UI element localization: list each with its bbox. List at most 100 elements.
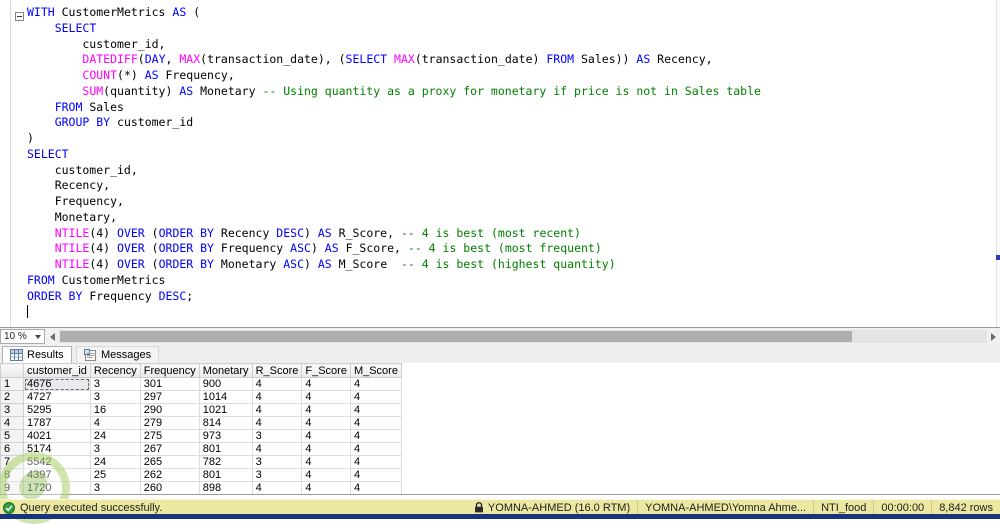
messages-icon bbox=[84, 349, 96, 361]
grid-cell[interactable]: 5174 bbox=[23, 442, 91, 456]
grid-cell-selected[interactable]: 4676 bbox=[23, 377, 91, 391]
grid-cell[interactable]: 4 bbox=[349, 442, 402, 456]
row-header[interactable]: 3 bbox=[0, 403, 24, 417]
grid-cell[interactable]: 24 bbox=[89, 429, 141, 443]
grid-cell[interactable]: 4 bbox=[301, 468, 351, 482]
grid-cell[interactable]: 900 bbox=[198, 377, 253, 391]
grid-cell[interactable]: 4 bbox=[251, 403, 303, 417]
grid-cell[interactable]: 3 bbox=[251, 429, 303, 443]
grid-cell[interactable]: 4 bbox=[349, 429, 402, 443]
grid-cell[interactable]: 973 bbox=[198, 429, 253, 443]
column-header-monetary[interactable]: Monetary bbox=[198, 363, 253, 378]
grid-cell[interactable]: 4 bbox=[349, 455, 402, 469]
grid-cell[interactable]: 1720 bbox=[23, 481, 91, 495]
grid-cell[interactable]: 4 bbox=[301, 416, 351, 430]
grid-cell[interactable]: 297 bbox=[139, 390, 200, 404]
row-header[interactable]: 9 bbox=[0, 481, 24, 495]
row-header[interactable]: 7 bbox=[0, 455, 24, 469]
grid-cell[interactable]: 1021 bbox=[198, 403, 253, 417]
grid-cell[interactable]: 25 bbox=[89, 468, 141, 482]
grid-cell[interactable]: 4 bbox=[349, 416, 402, 430]
hscroll-thumb[interactable] bbox=[60, 331, 852, 342]
scroll-left-button[interactable] bbox=[47, 330, 58, 343]
grid-cell[interactable]: 275 bbox=[139, 429, 200, 443]
column-header-f_score[interactable]: F_Score bbox=[301, 363, 351, 378]
grid-cell[interactable]: 4 bbox=[251, 481, 303, 495]
tab-messages-label: Messages bbox=[101, 349, 152, 361]
text-cursor bbox=[27, 305, 28, 318]
grid-cell[interactable]: 265 bbox=[139, 455, 200, 469]
grid-cell[interactable]: 279 bbox=[139, 416, 200, 430]
grid-cell[interactable]: 4 bbox=[89, 416, 141, 430]
grid-cell[interactable]: 5295 bbox=[23, 403, 91, 417]
grid-cell[interactable]: 4 bbox=[301, 455, 351, 469]
grid-cell[interactable]: 267 bbox=[139, 442, 200, 456]
grid-cell[interactable]: 4 bbox=[301, 403, 351, 417]
grid-cell[interactable]: 4 bbox=[301, 429, 351, 443]
row-header[interactable]: 2 bbox=[0, 390, 24, 404]
grid-cell[interactable]: 4021 bbox=[23, 429, 91, 443]
grid-cell[interactable]: 782 bbox=[198, 455, 253, 469]
row-count: 8,842 rows bbox=[939, 501, 993, 514]
grid-cell[interactable]: 260 bbox=[139, 481, 200, 495]
editor-hscroll-bar: 10 % bbox=[0, 328, 1000, 346]
grid-cell[interactable]: 801 bbox=[198, 468, 253, 482]
grid-cell[interactable]: 4 bbox=[301, 442, 351, 456]
scroll-right-button[interactable] bbox=[988, 330, 999, 343]
grid-cell[interactable]: 4 bbox=[251, 442, 303, 456]
chevron-down-icon bbox=[35, 334, 41, 339]
column-header-m_score[interactable]: M_Score bbox=[349, 363, 402, 378]
grid-cell[interactable]: 3 bbox=[251, 455, 303, 469]
row-header[interactable]: 8 bbox=[0, 468, 24, 482]
database-status-item: NTI_food bbox=[813, 500, 873, 515]
grid-cell[interactable]: 4 bbox=[251, 416, 303, 430]
grid-cell[interactable]: 262 bbox=[139, 468, 200, 482]
grid-cell[interactable]: 4 bbox=[301, 390, 351, 404]
editor-zoom-dropdown[interactable]: 10 % bbox=[0, 329, 45, 344]
column-header-r_score[interactable]: R_Score bbox=[251, 363, 303, 378]
row-header[interactable]: 5 bbox=[0, 429, 24, 443]
grid-cell[interactable]: 3 bbox=[89, 442, 141, 456]
tab-results[interactable]: Results bbox=[2, 346, 72, 363]
grid-cell[interactable]: 1787 bbox=[23, 416, 91, 430]
grid-cell[interactable]: 4 bbox=[301, 377, 351, 391]
grid-cell[interactable]: 4 bbox=[349, 403, 402, 417]
grid-cell[interactable]: 301 bbox=[139, 377, 200, 391]
column-header-frequency[interactable]: Frequency bbox=[139, 363, 200, 378]
grid-cell[interactable]: 4 bbox=[349, 468, 402, 482]
grid-cell[interactable]: 4 bbox=[301, 481, 351, 495]
grid-cell[interactable]: 5542 bbox=[23, 455, 91, 469]
grid-cell[interactable]: 801 bbox=[198, 442, 253, 456]
tab-messages[interactable]: Messages bbox=[76, 346, 160, 363]
grid-cell[interactable]: 24 bbox=[89, 455, 141, 469]
grid-cell[interactable]: 16 bbox=[89, 403, 141, 417]
row-header[interactable]: 6 bbox=[0, 442, 24, 456]
grid-cell[interactable]: 4397 bbox=[23, 468, 91, 482]
grid-cell[interactable]: 3 bbox=[89, 377, 141, 391]
code-line: NTILE(4) OVER (ORDER BY Frequency ASC) A… bbox=[54, 241, 602, 256]
hscroll-track[interactable] bbox=[59, 330, 987, 343]
grid-cell[interactable]: 3 bbox=[251, 468, 303, 482]
grid-cell[interactable]: 4727 bbox=[23, 390, 91, 404]
grid-cell[interactable]: 4 bbox=[349, 481, 402, 495]
code-line: WITH CustomerMetrics AS ( bbox=[27, 5, 201, 19]
grid-cell[interactable]: 4 bbox=[349, 390, 402, 404]
grid-cell[interactable]: 4 bbox=[251, 390, 303, 404]
row-header[interactable]: 4 bbox=[0, 416, 24, 430]
row-header[interactable]: 1 bbox=[0, 377, 24, 391]
grid-cell[interactable]: 898 bbox=[198, 481, 253, 495]
code-line: Frequency, bbox=[27, 194, 124, 208]
grid-corner-header[interactable] bbox=[0, 363, 24, 378]
column-header-customer_id[interactable]: customer_id bbox=[23, 363, 91, 378]
grid-cell[interactable]: 290 bbox=[139, 403, 200, 417]
query-editor[interactable]: WITH CustomerMetrics AS ( SELECT custome… bbox=[0, 0, 1000, 328]
column-header-recency[interactable]: Recency bbox=[89, 363, 141, 378]
grid-cell[interactable]: 1014 bbox=[198, 390, 253, 404]
grid-cell[interactable]: 4 bbox=[251, 377, 303, 391]
grid-cell[interactable]: 3 bbox=[89, 390, 141, 404]
grid-cell[interactable]: 4 bbox=[349, 377, 402, 391]
grid-cell[interactable]: 814 bbox=[198, 416, 253, 430]
grid-cell[interactable]: 3 bbox=[89, 481, 141, 495]
table-row: 4 1787 4 279 814 4 4 4 bbox=[0, 416, 402, 430]
code-fold-collapse-icon[interactable] bbox=[15, 12, 24, 21]
